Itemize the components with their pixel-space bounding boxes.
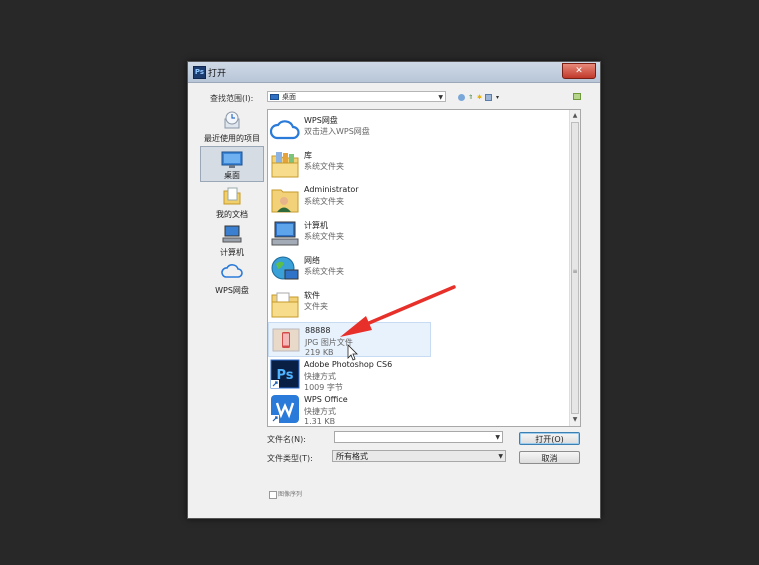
file-size: 219 KB [305, 348, 334, 357]
place-label: 最近使用的项目 [204, 134, 260, 143]
file-name: Adobe Photoshop CS6 [304, 360, 393, 369]
dialog-title: 打开 [208, 69, 227, 79]
back-icon[interactable] [458, 93, 465, 101]
file-type: 文件夹 [304, 302, 328, 311]
place-label: 我的文档 [216, 210, 248, 219]
image-sequence-checkbox[interactable]: 图像序列 [269, 489, 302, 499]
list-item[interactable]: Ps Adobe Photoshop CS6 快捷方式 1009 字节 [268, 357, 570, 392]
chevron-down-icon: ▼ [498, 453, 503, 460]
list-item[interactable]: WPS Office 快捷方式 1.31 KB [268, 392, 570, 426]
list-item[interactable]: Administrator 系统文件夹 [268, 182, 570, 217]
place-desktop[interactable]: 桌面 [200, 146, 264, 182]
wps-office-icon [271, 395, 299, 423]
place-wps-cloud[interactable]: WPS网盘 [200, 260, 264, 296]
lookin-value: 桌面 [282, 93, 296, 101]
scroll-up-icon[interactable]: ▲ [570, 111, 580, 121]
filename-label: 文件名(N): [267, 435, 306, 444]
file-type: 系统文件夹 [304, 267, 344, 276]
file-type: 系统文件夹 [304, 232, 344, 241]
file-name: 软件 [304, 291, 320, 300]
vertical-scrollbar[interactable]: ▲ ≡ ▼ [569, 110, 580, 426]
file-name: 计算机 [304, 221, 328, 230]
chevron-down-icon[interactable]: ▾ [494, 94, 501, 101]
cancel-button[interactable]: 取消 [519, 451, 580, 464]
file-size: 1.31 KB [304, 417, 336, 426]
recent-icon [224, 111, 240, 129]
cloud-icon [270, 120, 300, 140]
svg-text:Ps: Ps [276, 368, 293, 383]
grip-icon: ≡ [572, 268, 578, 275]
file-type: 系统文件夹 [304, 197, 344, 206]
file-type: JPG 图片文件 [305, 338, 353, 347]
network-icon [271, 256, 299, 280]
places-bar: 最近使用的项目 桌面 我的文档 计算机 WPS网盘 [200, 108, 264, 338]
file-name: WPS Office [304, 395, 348, 404]
view-menu-icon[interactable] [485, 93, 492, 101]
up-folder-icon[interactable]: ⇑ [467, 94, 474, 101]
desktop-icon [221, 151, 243, 168]
desktop-icon [270, 94, 279, 100]
new-folder-icon[interactable]: ✱ [476, 94, 483, 101]
toolbar: ⇑ ✱ ▾ [458, 92, 501, 102]
chevron-down-icon[interactable]: ▼ [495, 433, 500, 442]
title-bar[interactable]: Ps 打开 ✕ [188, 62, 600, 83]
file-name: 网络 [304, 256, 320, 265]
list-item[interactable]: 软件 文件夹 [268, 287, 570, 322]
image-thumbnail-icon [272, 328, 300, 352]
place-label: 桌面 [224, 171, 240, 180]
filetype-value: 所有格式 [336, 452, 368, 461]
photoshop-icon: Ps [270, 359, 300, 389]
file-type: 快捷方式 [304, 372, 336, 381]
file-list[interactable]: WPS网盘 双击进入WPS网盘 库 系统文件夹 Administrator 系统… [267, 109, 581, 427]
filetype-label: 文件类型(T): [267, 454, 313, 463]
list-item[interactable]: 网络 系统文件夹 [268, 252, 570, 287]
file-name: Administrator [304, 185, 359, 194]
list-item[interactable]: 计算机 系统文件夹 [268, 217, 570, 252]
cloud-icon [221, 264, 243, 278]
computer-icon [222, 225, 242, 243]
place-documents[interactable]: 我的文档 [200, 184, 264, 220]
file-name: WPS网盘 [304, 116, 338, 125]
computer-icon [271, 221, 299, 246]
filetype-dropdown[interactable]: 所有格式 ▼ [332, 450, 506, 462]
folder-icon [271, 292, 299, 318]
lookin-label: 查找范围(I): [210, 94, 254, 103]
photoshop-app-icon: Ps [193, 66, 206, 79]
open-file-dialog: Ps 打开 ✕ 查找范围(I): 桌面 ▼ ⇑ ✱ ▾ 最近使用的项目 桌面 我… [187, 61, 601, 519]
chevron-down-icon: ▼ [438, 94, 443, 101]
library-folder-icon [271, 152, 299, 178]
file-type: 双击进入WPS网盘 [304, 127, 370, 136]
list-item[interactable]: 库 系统文件夹 [268, 147, 570, 182]
file-type: 快捷方式 [304, 407, 336, 416]
file-type: 系统文件夹 [304, 162, 344, 171]
preview-icon[interactable] [573, 93, 581, 100]
place-label: WPS网盘 [215, 286, 249, 295]
place-computer[interactable]: 计算机 [200, 222, 264, 258]
filename-input[interactable]: ▼ [334, 431, 503, 443]
file-name: 库 [304, 151, 312, 160]
user-folder-icon [271, 189, 299, 213]
scroll-down-icon[interactable]: ▼ [570, 415, 580, 425]
checkbox-label: 图像序列 [278, 491, 303, 498]
close-button[interactable]: ✕ [562, 63, 596, 79]
file-name: 88888 [305, 326, 331, 335]
open-button[interactable]: 打开(O) [519, 432, 580, 445]
list-item[interactable]: WPS网盘 双击进入WPS网盘 [268, 112, 570, 147]
checkbox-box[interactable] [269, 490, 277, 499]
documents-icon [223, 187, 241, 205]
list-item-selected[interactable]: 88888 JPG 图片文件 219 KB [268, 322, 431, 357]
place-label: 计算机 [220, 248, 244, 257]
place-recent[interactable]: 最近使用的项目 [200, 108, 264, 144]
lookin-dropdown[interactable]: 桌面 ▼ [267, 91, 446, 102]
